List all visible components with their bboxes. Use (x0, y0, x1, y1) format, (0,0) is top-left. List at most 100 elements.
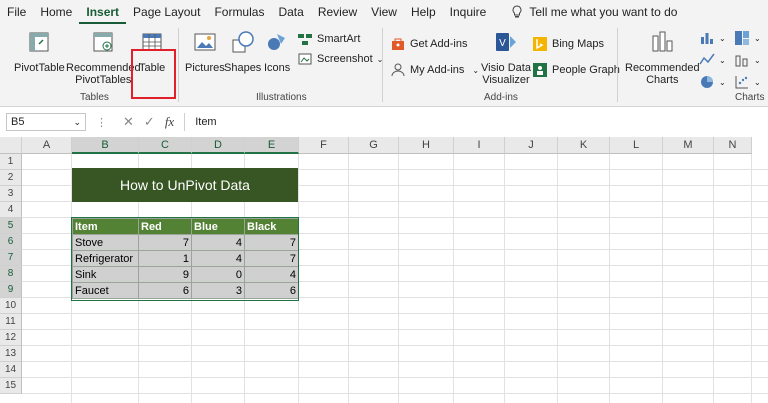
table-header-cell[interactable]: Black (244, 218, 299, 235)
row-header-12[interactable]: 12 (0, 330, 22, 346)
column-header-b[interactable]: B (72, 137, 139, 154)
column-header-h[interactable]: H (399, 137, 454, 154)
row-header-1[interactable]: 1 (0, 154, 22, 170)
lightbulb-icon (512, 5, 522, 18)
row-header-5[interactable]: 5 (0, 218, 22, 234)
table-cell[interactable]: 4 (191, 250, 245, 267)
addins-group-label: Add-ins (484, 92, 518, 103)
column-header-k[interactable]: K (558, 137, 610, 154)
table-header-cell[interactable]: Blue (191, 218, 245, 235)
table-cell[interactable]: 1 (138, 250, 192, 267)
people-graph-button[interactable]: People Graph (532, 62, 620, 78)
column-chart-button[interactable]: ⌄ (699, 30, 726, 46)
tables-group-label: Tables (80, 92, 109, 103)
column-header-d[interactable]: D (192, 137, 245, 154)
insert-function-button[interactable]: fx (165, 114, 174, 130)
column-header-a[interactable]: A (22, 137, 72, 154)
column-header-f[interactable]: F (299, 137, 349, 154)
hierarchy-chart-button[interactable]: ⌄ (734, 30, 761, 46)
visio-data-visualizer-button[interactable]: V Visio Data Visualizer (481, 30, 531, 86)
recommended-pivottables-button[interactable]: Recommended PivotTables (66, 30, 141, 86)
name-box[interactable]: B5 ⌄ (6, 113, 86, 131)
menu-view[interactable]: View (364, 0, 404, 24)
visio-label-1: Visio Data (481, 62, 531, 74)
table-cell[interactable]: 6 (244, 282, 299, 299)
check-icon[interactable]: ✓ (144, 114, 155, 130)
select-all-corner[interactable] (0, 137, 22, 154)
row-header-13[interactable]: 13 (0, 346, 22, 362)
row-header-11[interactable]: 11 (0, 314, 22, 330)
column-header-g[interactable]: G (349, 137, 399, 154)
my-addins-button[interactable]: My Add-ins ⌄ (390, 62, 479, 78)
column-header-n[interactable]: N (714, 137, 752, 154)
table-cell[interactable]: Refrigerator (72, 250, 139, 267)
line-chart-button[interactable]: ⌄ (699, 52, 726, 68)
row-header-8[interactable]: 8 (0, 266, 22, 282)
table-cell[interactable]: Stove (72, 234, 139, 251)
pictures-button[interactable]: Pictures (185, 30, 225, 74)
menu-page-layout[interactable]: Page Layout (126, 0, 207, 24)
column-header-i[interactable]: I (454, 137, 505, 154)
menu-home[interactable]: Home (33, 0, 79, 24)
menu-help[interactable]: Help (404, 0, 443, 24)
more-options-icon[interactable]: ⋮ (96, 116, 107, 129)
pictures-icon (194, 33, 216, 51)
table-cell[interactable]: 0 (191, 266, 245, 283)
table-cell[interactable]: 6 (138, 282, 192, 299)
recommended-charts-button[interactable]: Recommended Charts (625, 30, 700, 86)
table-cell[interactable]: 7 (244, 234, 299, 251)
menu-file[interactable]: File (0, 0, 33, 24)
table-header-cell[interactable]: Item (72, 218, 139, 235)
row-header-2[interactable]: 2 (0, 170, 22, 186)
smartart-button[interactable]: SmartArt (297, 31, 360, 47)
menu-insert[interactable]: Insert (79, 0, 127, 24)
column-header-m[interactable]: M (663, 137, 714, 154)
table-cell[interactable]: Faucet (72, 282, 139, 299)
svg-text:V: V (499, 38, 506, 49)
table-header-cell[interactable]: Red (138, 218, 192, 235)
column-header-l[interactable]: L (610, 137, 663, 154)
shapes-button[interactable]: Shapes (224, 30, 261, 74)
column-header-e[interactable]: E (245, 137, 299, 154)
table-cell[interactable]: 4 (244, 266, 299, 283)
row-header-10[interactable]: 10 (0, 298, 22, 314)
pie-chart-button[interactable]: ⌄ (699, 74, 726, 90)
row-header-14[interactable]: 14 (0, 362, 22, 378)
bing-maps-button[interactable]: Bing Maps (532, 36, 604, 52)
gridline (504, 154, 505, 403)
menu-inquire[interactable]: Inquire (443, 0, 494, 24)
sheet-title-cell[interactable]: How to UnPivot Data (72, 168, 298, 202)
statistic-chart-button[interactable]: ⌄ (734, 52, 761, 68)
formula-input[interactable]: Item (184, 113, 768, 131)
row-header-15[interactable]: 15 (0, 378, 22, 394)
table-cell[interactable]: 3 (191, 282, 245, 299)
visio-icon: V (495, 33, 516, 51)
table-cell[interactable]: Sink (72, 266, 139, 283)
table-cell[interactable]: 4 (191, 234, 245, 251)
tell-me-box[interactable]: Tell me what you want to do (511, 5, 677, 19)
row-header-4[interactable]: 4 (0, 202, 22, 218)
gridline (751, 154, 752, 403)
scatter-chart-button[interactable]: ⌄ (734, 74, 761, 90)
chevron-down-icon[interactable]: ⌄ (73, 117, 81, 128)
screenshot-button[interactable]: Screenshot ⌄ (297, 51, 383, 67)
column-header-j[interactable]: J (505, 137, 558, 154)
screenshot-label: Screenshot (317, 53, 373, 65)
get-addins-button[interactable]: Get Add-ins (390, 36, 467, 52)
menu-review[interactable]: Review (311, 0, 364, 24)
chevron-down-icon: ⌄ (754, 33, 761, 43)
menu-data[interactable]: Data (271, 0, 310, 24)
row-header-6[interactable]: 6 (0, 234, 22, 250)
pivottable-button[interactable]: PivotTable (14, 30, 65, 74)
cancel-icon[interactable]: ✕ (123, 114, 134, 130)
screenshot-icon (298, 53, 312, 65)
row-header-9[interactable]: 9 (0, 282, 22, 298)
table-cell[interactable]: 9 (138, 266, 192, 283)
icons-button[interactable]: Icons (264, 30, 290, 74)
column-header-c[interactable]: C (139, 137, 192, 154)
table-cell[interactable]: 7 (244, 250, 299, 267)
menu-formulas[interactable]: Formulas (207, 0, 271, 24)
row-header-7[interactable]: 7 (0, 250, 22, 266)
table-cell[interactable]: 7 (138, 234, 192, 251)
row-header-3[interactable]: 3 (0, 186, 22, 202)
